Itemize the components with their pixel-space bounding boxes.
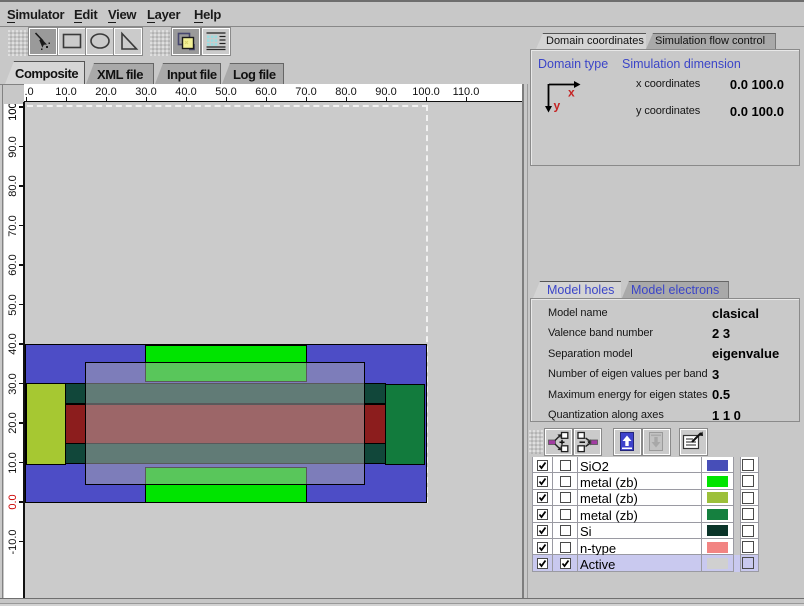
svg-text:y: y xyxy=(554,99,561,113)
svg-text:x: x xyxy=(568,86,575,100)
